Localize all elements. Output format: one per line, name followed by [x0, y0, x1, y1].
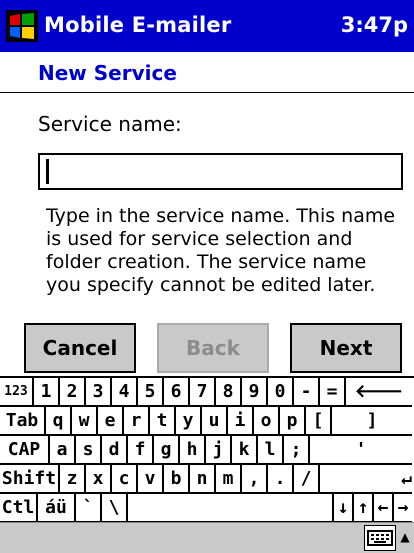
menu-bar: ▲ [0, 522, 414, 553]
keyboard-row-2: Tab q w e r t y u i o p [ ] [0, 407, 414, 436]
key-8[interactable]: 8 [216, 378, 242, 407]
backspace-key[interactable]: 🡐 [346, 378, 412, 407]
next-button[interactable]: Next [290, 323, 402, 373]
key-w[interactable]: w [72, 407, 98, 436]
enter-key[interactable]: ↵ [320, 465, 412, 494]
key-v[interactable]: v [138, 465, 164, 494]
key-k[interactable]: k [232, 436, 258, 465]
key-g[interactable]: g [154, 436, 180, 465]
arrow-down-key[interactable]: ↓ [334, 494, 354, 523]
arrow-left-key[interactable]: ← [374, 494, 394, 523]
service-name-label: Service name: [38, 112, 182, 136]
key-i[interactable]: i [228, 407, 254, 436]
key-f[interactable]: f [128, 436, 154, 465]
key-1[interactable]: 1 [34, 378, 60, 407]
arrow-right-key[interactable]: → [394, 494, 412, 523]
key-t[interactable]: t [150, 407, 176, 436]
key-quote[interactable]: ' [310, 436, 412, 465]
key-shift[interactable]: Shift [0, 465, 60, 494]
help-text: Type in the service name. This name is u… [46, 205, 396, 296]
key-m[interactable]: m [216, 465, 242, 494]
key-j[interactable]: j [206, 436, 232, 465]
key-9[interactable]: 9 [242, 378, 268, 407]
soft-keyboard: 123 1 2 3 4 5 6 7 8 9 0 - = 🡐 Tab q w e … [0, 376, 414, 524]
key-caps[interactable]: CAP [0, 436, 50, 465]
keyboard-row-4: Shift z x c v b n m , . / ↵ [0, 465, 414, 494]
key-backslash[interactable]: \ [102, 494, 128, 523]
key-l[interactable]: l [258, 436, 284, 465]
key-b[interactable]: b [164, 465, 190, 494]
key-q[interactable]: q [46, 407, 72, 436]
space-key[interactable] [128, 494, 334, 523]
keyboard-row-3: CAP a s d f g h j k l ; ' [0, 436, 414, 465]
back-button: Back [157, 323, 269, 373]
key-2[interactable]: 2 [60, 378, 86, 407]
key-comma[interactable]: , [242, 465, 268, 494]
key-o[interactable]: o [254, 407, 280, 436]
key-accents[interactable]: áü [38, 494, 76, 523]
key-c[interactable]: c [112, 465, 138, 494]
text-caret [46, 159, 49, 184]
key-a[interactable]: a [50, 436, 76, 465]
key-4[interactable]: 4 [112, 378, 138, 407]
key-e[interactable]: e [98, 407, 124, 436]
key-6[interactable]: 6 [164, 378, 190, 407]
key-period[interactable]: . [268, 465, 294, 494]
key-ctrl[interactable]: Ctl [0, 494, 38, 523]
clock[interactable]: 3:47p [341, 10, 408, 40]
key-tab[interactable]: Tab [0, 407, 46, 436]
key-backtick[interactable]: ` [76, 494, 102, 523]
app-title: Mobile E-mailer [44, 13, 232, 37]
title-bar: Mobile E-mailer 3:47p [0, 0, 414, 52]
keyboard-icon[interactable] [364, 525, 396, 551]
keyboard-row-1: 123 1 2 3 4 5 6 7 8 9 0 - = 🡐 [0, 378, 414, 407]
key-z[interactable]: z [60, 465, 86, 494]
page-header: New Service [0, 52, 414, 93]
key-minus[interactable]: - [294, 378, 320, 407]
input-menu-arrow-icon[interactable]: ▲ [398, 527, 412, 547]
key-slash[interactable]: / [294, 465, 320, 494]
service-name-input[interactable] [38, 153, 403, 190]
key-h[interactable]: h [180, 436, 206, 465]
key-n[interactable]: n [190, 465, 216, 494]
key-d[interactable]: d [102, 436, 128, 465]
windows-flag-icon[interactable] [6, 10, 38, 42]
key-right-bracket[interactable]: ] [332, 407, 412, 436]
key-p[interactable]: p [280, 407, 306, 436]
key-3[interactable]: 3 [86, 378, 112, 407]
key-left-bracket[interactable]: [ [306, 407, 332, 436]
key-r[interactable]: r [124, 407, 150, 436]
key-y[interactable]: y [176, 407, 202, 436]
key-5[interactable]: 5 [138, 378, 164, 407]
key-equals[interactable]: = [320, 378, 346, 407]
key-123[interactable]: 123 [0, 378, 34, 407]
key-u[interactable]: u [202, 407, 228, 436]
arrow-up-key[interactable]: ↑ [354, 494, 374, 523]
key-s[interactable]: s [76, 436, 102, 465]
page-title: New Service [38, 61, 177, 85]
keyboard-row-5: Ctl áü ` \ ↓ ↑ ← → [0, 494, 414, 523]
cancel-button[interactable]: Cancel [24, 323, 136, 373]
key-semicolon[interactable]: ; [284, 436, 310, 465]
key-7[interactable]: 7 [190, 378, 216, 407]
key-x[interactable]: x [86, 465, 112, 494]
key-0[interactable]: 0 [268, 378, 294, 407]
